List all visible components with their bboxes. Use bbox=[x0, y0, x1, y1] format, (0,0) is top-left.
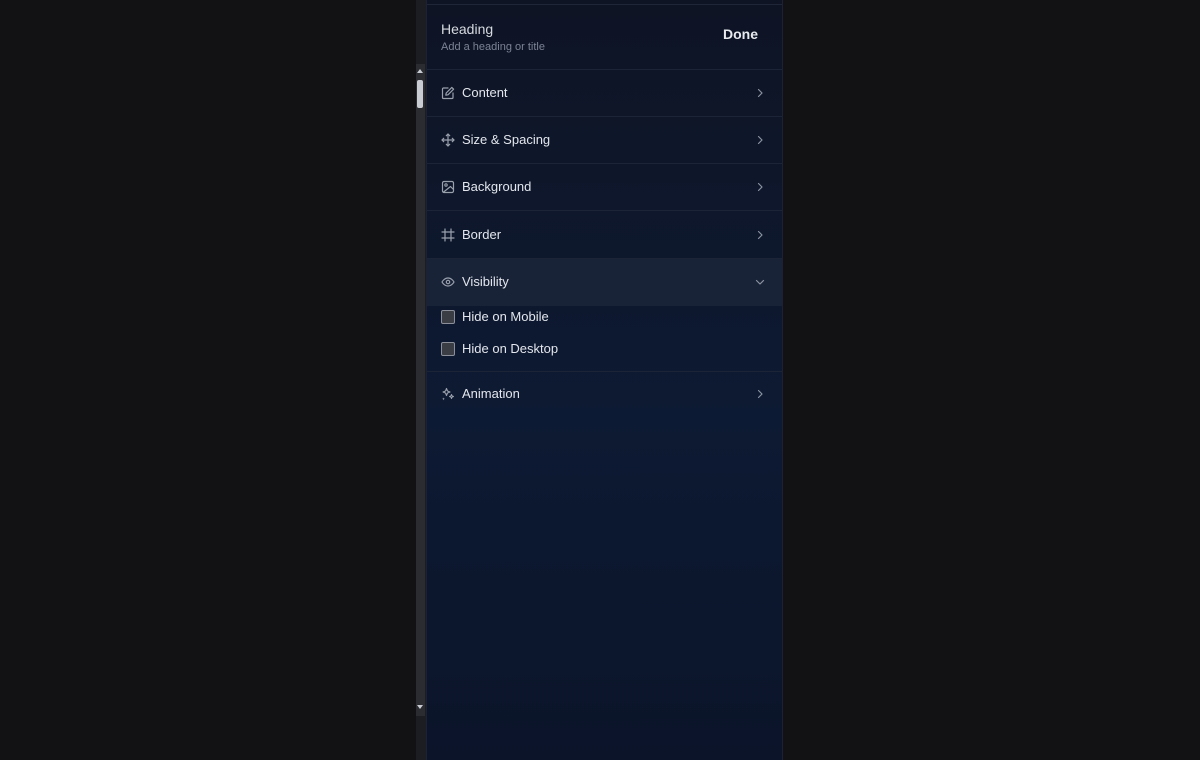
settings-panel: Heading Add a heading or title Done Cont… bbox=[426, 0, 783, 760]
section-size-spacing[interactable]: Size & Spacing bbox=[427, 117, 782, 164]
section-animation[interactable]: Animation bbox=[427, 371, 782, 418]
chevron-right-icon bbox=[757, 182, 763, 192]
scrollbar[interactable] bbox=[416, 64, 425, 716]
chevron-right-icon bbox=[757, 135, 763, 145]
section-label: Background bbox=[462, 179, 532, 194]
panel-title: Heading bbox=[441, 21, 494, 37]
section-label: Border bbox=[462, 227, 502, 242]
move-icon bbox=[441, 133, 455, 147]
chevron-down-icon bbox=[755, 279, 765, 285]
checkbox[interactable] bbox=[441, 310, 455, 324]
chevron-right-icon bbox=[757, 88, 763, 98]
checkbox-label: Hide on Mobile bbox=[462, 309, 549, 324]
section-border[interactable]: Border bbox=[427, 212, 782, 259]
panel-subtitle: Add a heading or title bbox=[441, 41, 545, 53]
section-visibility[interactable]: Visibility bbox=[427, 259, 782, 306]
checkbox[interactable] bbox=[441, 342, 455, 356]
section-label: Visibility bbox=[462, 274, 509, 289]
scrollbar-thumb[interactable] bbox=[417, 80, 423, 108]
sparkles-icon bbox=[442, 387, 454, 401]
section-label: Animation bbox=[462, 386, 520, 401]
frame-icon bbox=[441, 228, 455, 242]
section-label: Content bbox=[462, 85, 508, 100]
section-content[interactable]: Content bbox=[427, 70, 782, 117]
chevron-right-icon bbox=[757, 230, 763, 240]
image-icon bbox=[441, 180, 455, 194]
left-scroll-strip bbox=[416, 0, 426, 760]
visibility-options: Hide on Mobile Hide on Desktop bbox=[427, 306, 782, 372]
chevron-right-icon bbox=[757, 389, 763, 399]
eye-icon bbox=[441, 277, 455, 287]
scroll-up-arrow-icon[interactable] bbox=[417, 69, 423, 73]
checkbox-label: Hide on Desktop bbox=[462, 341, 559, 356]
edit-icon bbox=[441, 86, 455, 100]
scroll-down-arrow-icon[interactable] bbox=[417, 705, 423, 709]
section-label: Size & Spacing bbox=[462, 132, 551, 147]
panel-header: Heading Add a heading or title Done bbox=[427, 5, 782, 70]
app-stage: Heading Add a heading or title Done Cont… bbox=[0, 0, 1200, 760]
done-button[interactable]: Done bbox=[723, 26, 758, 42]
section-background[interactable]: Background bbox=[427, 164, 782, 211]
